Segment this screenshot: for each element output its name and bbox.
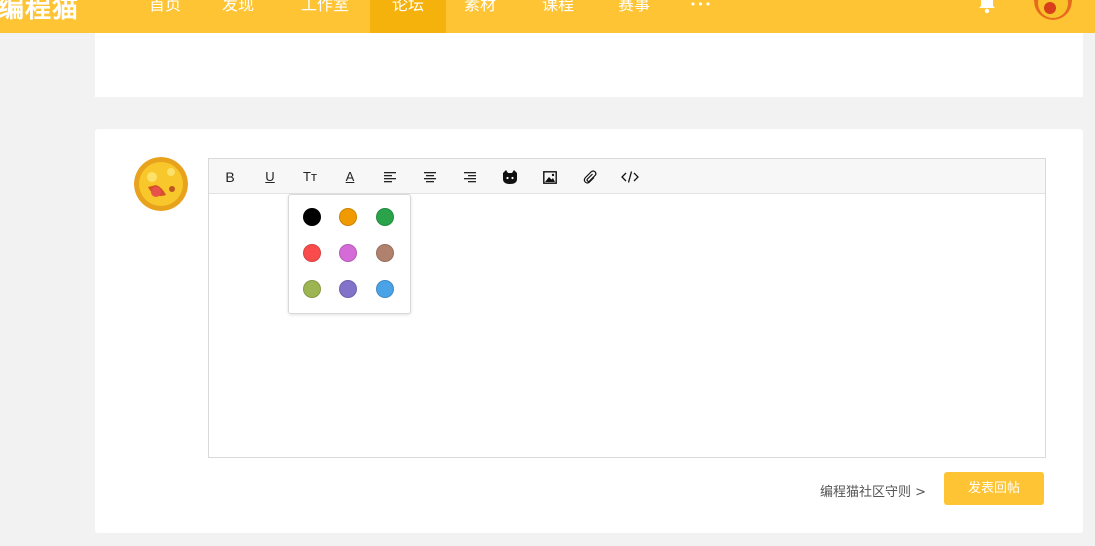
- nav-item-courses[interactable]: 课程: [528, 0, 588, 33]
- top-navbar: 编程猫 首页 发现 工作室 论坛 素材 课程 赛事 •••: [0, 0, 1095, 33]
- insert-image-button[interactable]: [539, 166, 561, 188]
- color-swatch-brown[interactable]: [376, 244, 394, 262]
- submit-reply-button[interactable]: 发表回帖: [944, 472, 1044, 505]
- nav-item-discover[interactable]: 发现: [203, 0, 273, 33]
- current-user-avatar[interactable]: [134, 157, 188, 211]
- color-swatch-red[interactable]: [303, 244, 321, 262]
- attachment-button[interactable]: [579, 166, 601, 188]
- notification-bell-icon[interactable]: [975, 0, 999, 14]
- bold-icon: B: [225, 169, 235, 185]
- text-size-button[interactable]: Tт: [299, 166, 321, 188]
- paperclip-icon: [583, 170, 597, 184]
- user-avatar-top[interactable]: [1034, 0, 1072, 20]
- color-swatch-blue[interactable]: [376, 280, 394, 298]
- align-left-icon: [384, 172, 396, 183]
- underline-icon: U: [265, 169, 275, 184]
- align-center-button[interactable]: [419, 166, 441, 188]
- previous-post-panel: [95, 33, 1083, 97]
- community-rules-link[interactable]: 编程猫社区守则 >: [820, 481, 926, 500]
- site-logo[interactable]: 编程猫: [0, 0, 79, 25]
- color-swatch-black[interactable]: [303, 208, 321, 226]
- editor-toolbar: B U Tт A: [209, 159, 1045, 194]
- color-swatch-green[interactable]: [376, 208, 394, 226]
- font-color-button[interactable]: A: [339, 166, 361, 188]
- cat-emoji-icon: [503, 170, 517, 184]
- align-right-icon: [464, 172, 476, 183]
- font-color-icon: A: [345, 169, 355, 184]
- text-size-icon: Tт: [303, 169, 317, 184]
- color-swatch-purple[interactable]: [339, 280, 357, 298]
- color-swatch-pink[interactable]: [339, 244, 357, 262]
- image-icon: [543, 170, 557, 184]
- nav-item-contests[interactable]: 赛事: [604, 0, 664, 33]
- code-icon: [621, 171, 639, 183]
- nav-item-home[interactable]: 首页: [130, 0, 200, 33]
- color-swatch-olive[interactable]: [303, 280, 321, 298]
- nav-more-button[interactable]: •••: [683, 0, 719, 33]
- color-swatch-orange[interactable]: [339, 208, 357, 226]
- underline-button[interactable]: U: [259, 166, 281, 188]
- bold-button[interactable]: B: [219, 166, 241, 188]
- nav-item-forum[interactable]: 论坛: [370, 0, 446, 33]
- code-button[interactable]: [619, 166, 641, 188]
- color-picker-popup: [288, 194, 411, 314]
- align-right-button[interactable]: [459, 166, 481, 188]
- align-left-button[interactable]: [379, 166, 401, 188]
- align-center-icon: [424, 172, 436, 183]
- nav-item-materials[interactable]: 素材: [450, 0, 510, 33]
- nav-item-studio[interactable]: 工作室: [285, 0, 365, 33]
- emoji-button[interactable]: [499, 166, 521, 188]
